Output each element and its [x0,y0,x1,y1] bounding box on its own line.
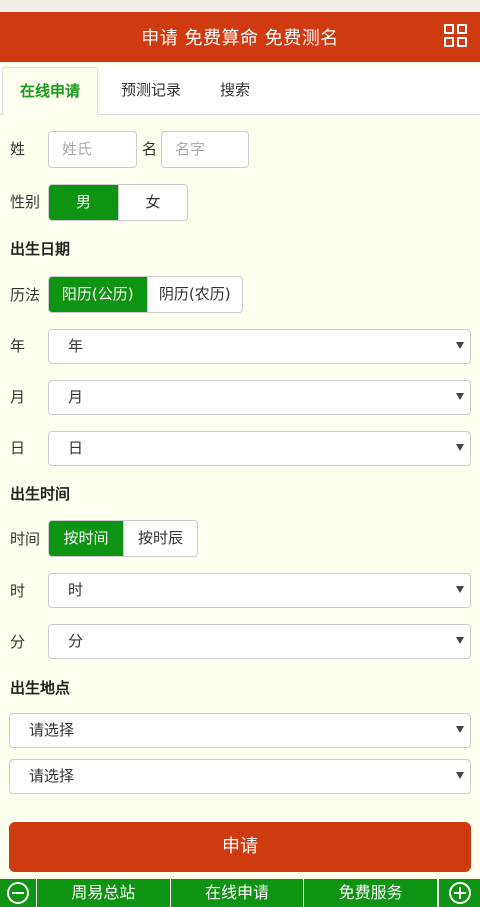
hour-select[interactable]: 时 [48,573,471,608]
birth-time-heading: 出生时间 [10,485,71,503]
minute-select[interactable]: 分 [48,624,471,659]
province-select[interactable]: 请选择 [9,713,471,748]
time-mode-label: 时间 [10,530,41,548]
by-time-button[interactable]: 按时间 [49,521,123,556]
minute-label: 分 [10,633,26,651]
dropdown-arrow-icon [456,342,464,349]
dropdown-arrow-icon [456,726,464,733]
calendar-label: 历法 [10,286,41,304]
expand-button[interactable] [438,879,480,907]
surname-label: 姓 [10,140,26,158]
province-select-value: 请选择 [29,721,75,739]
time-mode-selector: 按时间 按时辰 [48,520,198,557]
dropdown-arrow-icon [456,444,464,451]
minus-circle-icon [7,882,29,904]
year-select-value: 年 [68,337,84,355]
footer-link-online-apply[interactable]: 在线申请 [171,879,305,907]
birth-place-heading: 出生地点 [10,679,71,697]
minute-select-value: 分 [68,632,84,650]
app-header: 申请 免费算命 免费测名 [0,12,480,62]
month-select[interactable]: 月 [48,380,471,415]
city-select[interactable]: 请选择 [9,759,471,794]
year-label: 年 [10,337,26,355]
day-select-value: 日 [68,439,84,457]
month-label: 月 [10,388,26,406]
grid-menu-icon[interactable] [444,24,467,47]
footer-nav: 周易总站 在线申请 免费服务 [0,879,480,907]
given-name-input[interactable]: 名字 [161,131,249,168]
day-label: 日 [10,439,26,457]
lunar-calendar-button[interactable]: 阴历(农历) [146,277,243,312]
surname-input[interactable]: 姓氏 [48,131,137,168]
collapse-button[interactable] [0,879,37,907]
footer-link-free-service[interactable]: 免费服务 [304,879,439,907]
birth-date-heading: 出生日期 [10,240,71,258]
footer-link-zhouyi-main[interactable]: 周易总站 [37,879,171,907]
dropdown-arrow-icon [456,772,464,779]
city-select-value: 请选择 [29,767,75,785]
by-shichen-button[interactable]: 按时辰 [123,521,197,556]
gender-female-button[interactable]: 女 [118,185,187,220]
year-select[interactable]: 年 [48,329,471,364]
tab-prediction-records[interactable]: 预测记录 [103,67,199,115]
solar-calendar-button[interactable]: 阳历(公历) [49,277,147,312]
hour-select-value: 时 [68,581,84,599]
given-name-label: 名 [142,140,158,158]
day-select[interactable]: 日 [48,431,471,466]
status-bar [0,0,480,12]
gender-label: 性别 [10,193,41,211]
calendar-selector: 阳历(公历) 阴历(农历) [48,276,243,313]
dropdown-arrow-icon [456,393,464,400]
submit-button[interactable]: 申请 [9,822,471,872]
dropdown-arrow-icon [456,586,464,593]
tab-search[interactable]: 搜索 [200,67,270,115]
hour-label: 时 [10,582,26,600]
tab-bar: 在线申请 预测记录 搜索 [0,67,480,116]
tab-online-apply[interactable]: 在线申请 [2,67,98,116]
gender-selector: 男 女 [48,184,188,221]
month-select-value: 月 [68,388,84,406]
page-title: 申请 免费算命 免费测名 [141,28,339,49]
dropdown-arrow-icon [456,637,464,644]
plus-circle-icon [448,882,471,904]
gender-male-button[interactable]: 男 [49,185,118,220]
